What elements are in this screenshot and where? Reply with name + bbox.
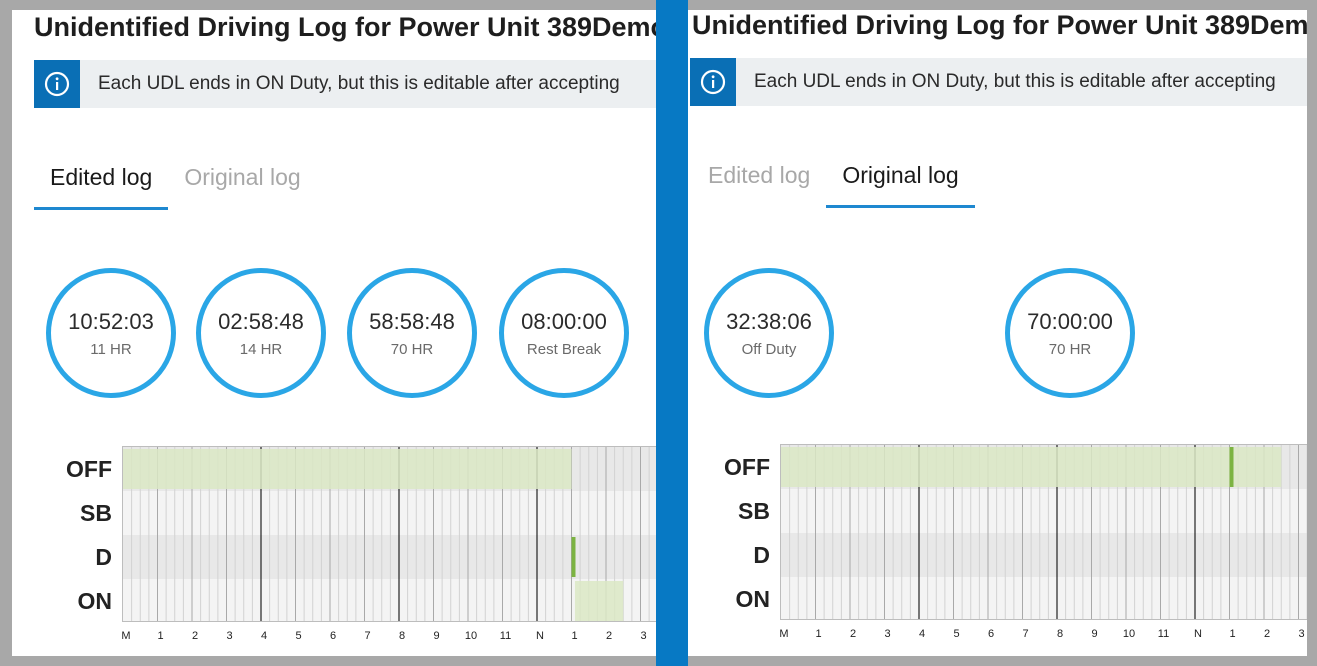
page-title: Unidentified Driving Log for Power Unit … — [34, 12, 656, 42]
status-label-sb: SB — [738, 498, 770, 524]
hour-label: 1 — [815, 628, 822, 640]
hour-label: 4 — [918, 628, 926, 640]
info-banner: Each UDL ends in ON Duty, but this is ed… — [690, 58, 1307, 106]
status-label-off: OFF — [724, 454, 770, 480]
status-label-on: ON — [77, 588, 113, 614]
duty-status-grid-svg — [781, 445, 1307, 619]
gauge-value: 10:52:03 — [68, 308, 154, 334]
hour-label: 2 — [849, 628, 857, 640]
hour-label: 3 — [884, 628, 891, 640]
hour-label: 2 — [191, 630, 199, 642]
hour-label: 6 — [329, 630, 337, 642]
duty-status-graph — [780, 444, 1307, 620]
hour-label: M — [121, 630, 131, 642]
hour-label: M — [779, 628, 789, 640]
duty-segment-off — [1229, 447, 1234, 487]
hour-label: 9 — [433, 630, 440, 642]
hour-axis: M 1 2 3 4 5 6 7 8 9 10 11 N 1 2 3 — [779, 628, 1307, 644]
gauge-label: 70 HR — [390, 340, 434, 358]
grid-row-d — [781, 533, 1307, 577]
gauge-value: 70:00:00 — [1027, 308, 1113, 334]
status-label-d: D — [95, 544, 112, 570]
info-icon — [690, 58, 736, 106]
hour-label: 5 — [295, 630, 302, 642]
duty-status-graph — [122, 446, 656, 622]
hour-label: 1 — [157, 630, 164, 642]
duty-status-grid-svg — [123, 447, 656, 621]
gauge-11-hr: 10:52:03 11 HR — [46, 268, 176, 398]
grid-row-sb — [123, 491, 656, 535]
grid-row-sb — [781, 489, 1307, 533]
original-log-panel: Unidentified Driving Log for Power Unit … — [688, 10, 1307, 656]
hour-label: 10 — [464, 630, 478, 642]
gauge-label: 11 HR — [90, 340, 132, 358]
grid-row-d — [123, 535, 656, 579]
tab-original-log[interactable]: Original log — [168, 160, 316, 210]
hour-label: 9 — [1091, 628, 1098, 640]
gauge-label: Rest Break — [526, 340, 602, 358]
info-banner-text: Each UDL ends in ON Duty, but this is ed… — [754, 71, 1276, 92]
hour-label: 8 — [1056, 628, 1064, 640]
hour-label: 8 — [398, 630, 406, 642]
log-tabs: Edited log Original log — [692, 158, 975, 208]
info-banner: Each UDL ends in ON Duty, but this is ed… — [34, 60, 656, 108]
hour-label: 2 — [605, 630, 613, 642]
hour-label: 3 — [1298, 628, 1305, 640]
hour-label: N — [1194, 628, 1202, 640]
tab-edited-log[interactable]: Edited log — [692, 158, 826, 208]
duty-segment-on — [574, 581, 624, 621]
status-label-on: ON — [735, 586, 771, 612]
hour-label: 6 — [987, 628, 995, 640]
gauge-label: 70 HR — [1048, 340, 1092, 358]
page-title: Unidentified Driving Log for Power Unit … — [692, 10, 1307, 40]
status-label-off: OFF — [66, 456, 112, 482]
hour-axis: M 1 2 3 4 5 6 7 8 9 10 11 N 1 2 3 — [121, 630, 656, 646]
duty-segment-off — [781, 447, 1282, 487]
hour-label: 11 — [499, 630, 512, 642]
gauge-off-duty: 32:38:06 Off Duty — [704, 268, 834, 398]
hour-label: 5 — [953, 628, 960, 640]
log-tabs: Edited log Original log — [34, 160, 317, 210]
hour-label: N — [536, 630, 544, 642]
gauge-70-hr: 58:58:48 70 HR — [347, 268, 477, 398]
hour-label: 3 — [640, 630, 647, 642]
status-label-sb: SB — [80, 500, 112, 526]
status-label-d: D — [753, 542, 770, 568]
gauge-70-hr: 70:00:00 70 HR — [1005, 268, 1135, 398]
tab-edited-log[interactable]: Edited log — [34, 160, 169, 210]
duty-segment-off — [123, 449, 572, 489]
tab-original-log[interactable]: Original log — [826, 158, 975, 208]
hour-label: 1 — [1229, 628, 1236, 640]
hour-label: 4 — [260, 630, 268, 642]
gauge-label: 14 HR — [239, 340, 283, 358]
gauge-value: 32:38:06 — [726, 308, 812, 334]
hour-label: 11 — [1157, 628, 1170, 640]
hour-label: 10 — [1122, 628, 1136, 640]
edited-log-panel: Unidentified Driving Log for Power Unit … — [12, 10, 656, 656]
hour-label: 3 — [226, 630, 233, 642]
gauge-value: 02:58:48 — [218, 308, 304, 334]
hour-label: 2 — [1263, 628, 1271, 640]
duty-segment-d — [571, 537, 576, 577]
gauge-value: 08:00:00 — [521, 308, 607, 334]
gauge-value: 58:58:48 — [369, 308, 455, 334]
grid-row-on — [781, 577, 1307, 619]
gauge-rest-break: 08:00:00 Rest Break — [499, 268, 629, 398]
gauge-label: Off Duty — [741, 340, 797, 358]
hour-label: 7 — [364, 630, 371, 642]
hour-label: 1 — [571, 630, 578, 642]
gauge-14-hr: 02:58:48 14 HR — [196, 268, 326, 398]
hour-label: 7 — [1022, 628, 1029, 640]
panel-divider — [656, 0, 688, 666]
info-icon — [34, 60, 80, 108]
info-banner-text: Each UDL ends in ON Duty, but this is ed… — [98, 73, 620, 94]
